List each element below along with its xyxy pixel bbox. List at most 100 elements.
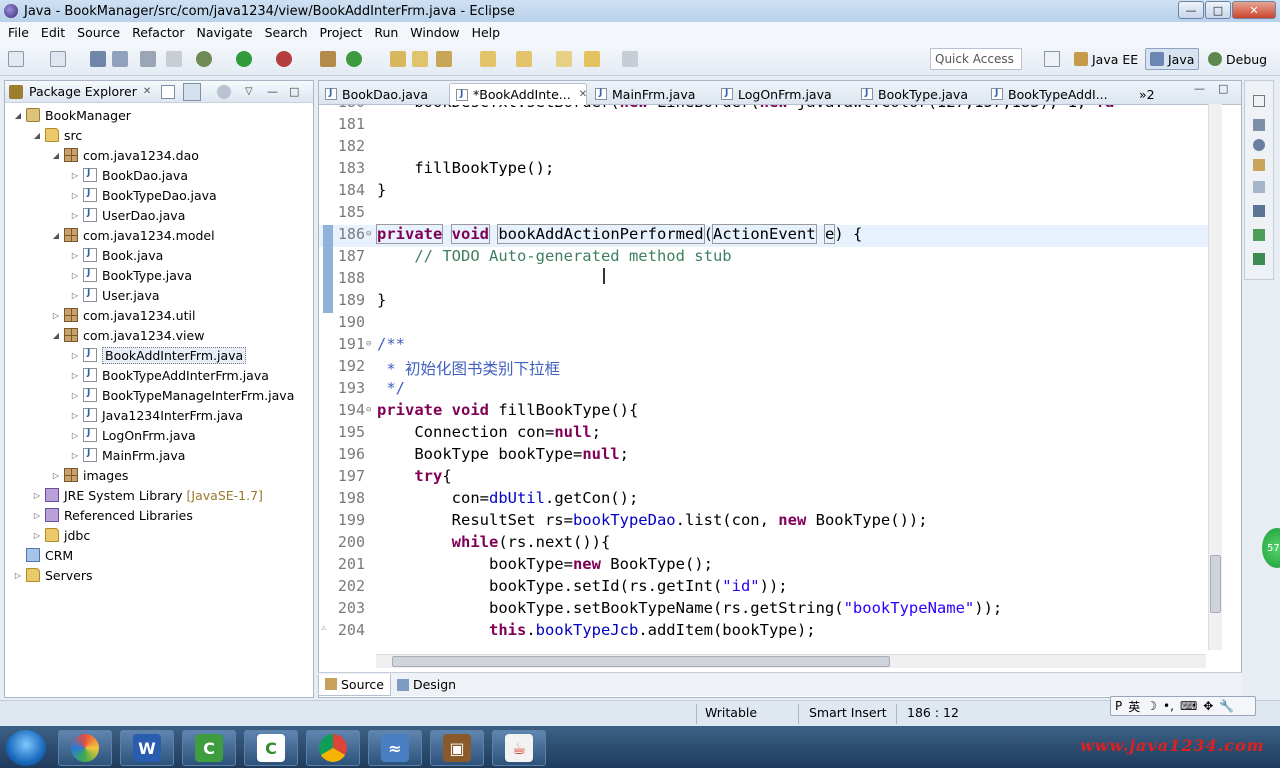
perspective-debug[interactable]: Debug [1204,48,1271,70]
taskbar-app-dolphin[interactable]: ≈ [368,730,422,766]
print-icon[interactable] [140,51,156,67]
skip-breakpoints-icon[interactable] [166,51,182,67]
menu-help[interactable]: Help [466,25,507,40]
tree-node[interactable]: ▷ BookAddInterFrm.java [70,345,247,365]
collapsed-triangle-icon[interactable]: ▷ [70,371,80,380]
expanded-triangle-icon[interactable]: ◢ [32,131,42,140]
taskbar-app-chrome[interactable] [306,730,360,766]
vertical-scroll-thumb[interactable] [1210,555,1221,613]
tree-node[interactable]: ▷ User.java [70,285,160,305]
quick-access-input[interactable]: Quick Access [930,48,1022,70]
tree-node[interactable]: ◢ BookManager [13,105,131,125]
editor-maximize-icon[interactable]: □ [1218,82,1228,95]
outline-icon[interactable] [1253,119,1265,131]
menu-navigate[interactable]: Navigate [191,25,259,40]
tree-node[interactable]: ◢ com.java1234.dao [51,145,199,165]
open-type-icon[interactable] [390,51,406,67]
collapsed-triangle-icon[interactable]: ▷ [70,171,80,180]
tree-node[interactable]: CRM [13,545,73,565]
taskbar-app-colors[interactable] [58,730,112,766]
collapsed-triangle-icon[interactable]: ▷ [70,251,80,260]
new-icon[interactable] [8,51,24,67]
collapsed-triangle-icon[interactable]: ▷ [70,431,80,440]
warning-icon[interactable]: ⚠ [321,623,326,633]
side-badge[interactable]: 57 [1262,528,1280,568]
tree-node[interactable]: ◢ com.java1234.view [51,325,205,345]
ime-button[interactable]: •, [1163,699,1174,713]
ime-button[interactable]: P [1115,699,1122,713]
debug-icon[interactable] [196,51,212,67]
tree-node[interactable]: ▷ JRE System Library [JavaSE-1.7] [32,485,263,505]
fold-toggle-icon[interactable]: ⊖ [366,339,371,349]
tab-source[interactable]: Source [318,673,391,696]
tree-node[interactable]: ◢ src [32,125,82,145]
menu-window[interactable]: Window [404,25,465,40]
new-class-icon[interactable] [346,51,362,67]
tree-node[interactable]: ▷ jdbc [32,525,90,545]
editor-minimize-icon[interactable]: — [1194,82,1205,95]
focus-icon[interactable] [217,84,231,99]
tree-node[interactable]: ▷ UserDao.java [70,205,185,225]
tree-node[interactable]: ▷ Book.java [70,245,163,265]
at-icon[interactable] [1253,139,1265,151]
maximize-view-icon[interactable]: □ [289,85,299,98]
menu-file[interactable]: File [2,25,35,40]
collapsed-triangle-icon[interactable]: ▷ [51,311,61,320]
collapsed-triangle-icon[interactable]: ▷ [70,211,80,220]
servers-icon[interactable] [1253,253,1265,265]
collapsed-triangle-icon[interactable]: ▷ [32,511,42,520]
external-tools-icon[interactable] [276,51,292,67]
collapsed-triangle-icon[interactable]: ▷ [32,491,42,500]
expanded-triangle-icon[interactable]: ◢ [51,151,61,160]
ime-button[interactable]: ✥ [1203,699,1213,713]
tab-design[interactable]: Design [391,674,462,696]
horizontal-scroll-thumb[interactable] [392,656,890,667]
last-edit-icon[interactable] [556,51,572,67]
menu-edit[interactable]: Edit [35,25,71,40]
open-task-icon[interactable] [412,51,428,67]
menu-project[interactable]: Project [314,25,369,40]
editor-tab[interactable]: BookDao.java [319,83,447,105]
taskbar-app-camtasia-studio[interactable]: C [182,730,236,766]
link-editor-icon[interactable] [183,82,201,101]
tree-node[interactable]: ▷ BookTypeAddInterFrm.java [70,365,269,385]
expanded-triangle-icon[interactable]: ◢ [13,111,23,120]
expanded-triangle-icon[interactable]: ◢ [51,331,61,340]
editor-tab[interactable]: *BookAddInte... ✕ [449,83,587,105]
run-icon[interactable] [236,51,252,67]
menu-search[interactable]: Search [259,25,314,40]
collapsed-triangle-icon[interactable]: ▷ [70,271,80,280]
close-button[interactable]: ✕ [1232,1,1276,19]
menu-run[interactable]: Run [368,25,404,40]
collapsed-triangle-icon[interactable]: ▷ [13,571,23,580]
minimize-button[interactable]: — [1178,1,1204,19]
new-dropdown-icon[interactable] [50,51,66,67]
perspective-java-ee[interactable]: Java EE [1070,48,1142,70]
collapsed-triangle-icon[interactable]: ▷ [70,451,80,460]
collapsed-triangle-icon[interactable]: ▷ [51,471,61,480]
taskbar-app-tool[interactable]: ▣ [430,730,484,766]
tab-overflow-button[interactable]: »2 [1133,83,1155,105]
save-icon[interactable] [90,51,106,67]
tree-node[interactable]: ▷ Servers [13,565,93,585]
tree-node[interactable]: ▷ BookTypeDao.java [70,185,217,205]
tree-node[interactable]: ▷ com.java1234.util [51,305,196,325]
collapsed-triangle-icon[interactable]: ▷ [32,531,42,540]
collapsed-triangle-icon[interactable]: ▷ [70,391,80,400]
prev-annotation-icon[interactable] [516,51,532,67]
code-editor[interactable]: 180 bookDescTxt.setBorder(new LineBorder… [319,105,1241,655]
close-tab-icon[interactable]: ✕ [579,89,587,100]
close-view-icon[interactable]: ✕ [143,86,151,97]
taskbar-app-camtasia[interactable]: C [244,730,298,766]
perspective-java[interactable]: Java [1145,48,1200,70]
expanded-triangle-icon[interactable]: ◢ [51,231,61,240]
menu-refactor[interactable]: Refactor [126,25,190,40]
new-package-icon[interactable] [320,51,336,67]
editor-tab[interactable]: BookTypeAddI... [985,83,1121,105]
tree-node[interactable]: ▷ LogOnFrm.java [70,425,196,445]
ime-button[interactable]: 🔧 [1219,699,1234,713]
maximize-button[interactable]: □ [1205,1,1231,19]
taskbar-app-wps[interactable]: W [120,730,174,766]
tree-node[interactable]: ▷ Referenced Libraries [32,505,193,525]
javadoc-icon[interactable] [1253,159,1265,171]
